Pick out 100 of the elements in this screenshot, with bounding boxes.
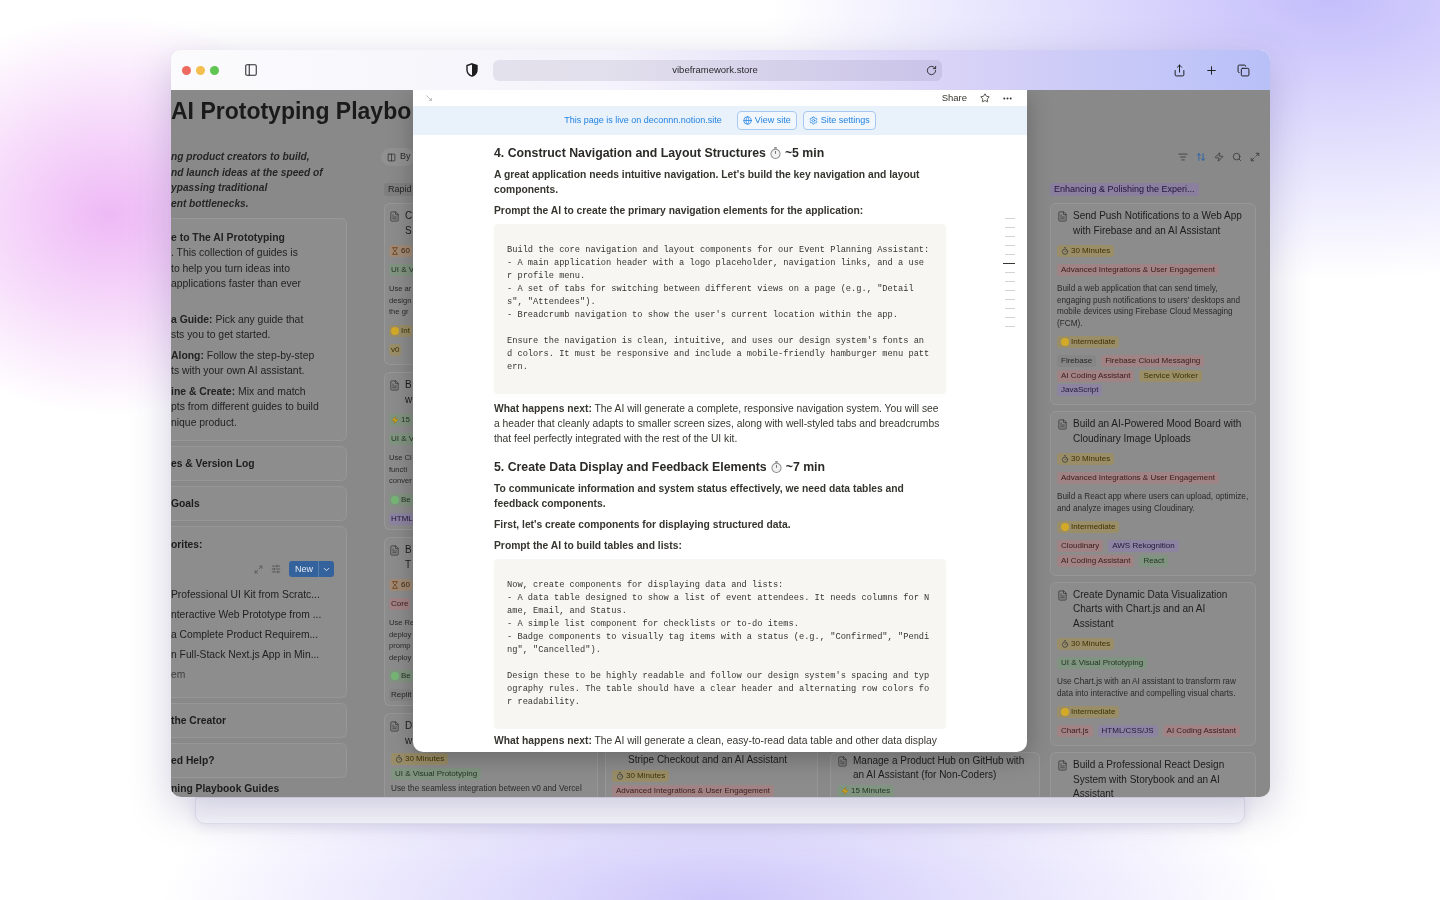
lightning-icon[interactable] (1214, 152, 1224, 162)
toggle-block[interactable]: the Creator (171, 703, 347, 739)
close-button[interactable] (182, 65, 191, 75)
tag-label: 15 (401, 414, 410, 426)
board-card[interactable] (1050, 411, 1256, 576)
page-icon (389, 380, 400, 391)
list-item[interactable]: n Full-Stack Next.js App in Min... (171, 645, 320, 666)
board-card[interactable]: Manage a Product Hub on GitHub with an AI Assistant (for Non-Coders) 15 Minutes (830, 752, 1040, 797)
share-icon[interactable] (1173, 63, 1186, 77)
tag: JavaScript (1057, 384, 1103, 396)
circle-icon (391, 326, 399, 335)
card-title: Build a Professional React Design System with Storybook and an AI Assistant (1073, 758, 1226, 797)
group-by-button[interactable]: By (381, 148, 415, 166)
page-icon (389, 545, 400, 556)
toggle-block[interactable]: Goals (171, 486, 347, 522)
code-block: Now, create components for displaying data and lists: - A data table designed to show a list of event attendees. It needs columns for N ame, Email, and Status. - A simple list component for checklists or to-do items. - Badge components to visually tag items with a status (e.g., "Confirmed", "Pendi ng", "Cancelled"). Design these to be highly readable and follow our design system's spacing and typ ography rules. The table should have a clear header and alternating row colors fo r readability. (494, 559, 946, 729)
columns-icon (387, 152, 396, 162)
board-card[interactable]: 30 Minutes UI & Visual Prototyping Use the seamless integration between v0 and Vercel (384, 752, 598, 797)
filter-icon[interactable] (1178, 152, 1188, 162)
tag: Firebase (1057, 355, 1097, 367)
tag: Advanced Integrations & User Engagement (1057, 264, 1219, 276)
reload-icon[interactable] (926, 64, 937, 76)
board-card[interactable]: Stripe Checkout and an AI Assistant 30 Minutes Advanced Integrations & User Engagement (605, 752, 818, 797)
circle-icon (391, 495, 399, 504)
board-card[interactable]: Build a Professional React Design System with Storybook and an AI Assistant (1050, 752, 1256, 797)
tag: AI Coding Assistant (1057, 554, 1135, 567)
tabs-icon[interactable] (1237, 63, 1250, 77)
tag: Replit (389, 689, 414, 701)
hourglass-icon (391, 247, 399, 255)
stopwatch-icon (1061, 640, 1069, 648)
group-tag: Rapid (384, 183, 416, 196)
sidebar-icon[interactable] (244, 63, 258, 77)
card-description: Use Chart.js with an AI assistant to transform raw data into interactive and compelling visual charts. (1057, 676, 1237, 699)
page-icon (1057, 589, 1068, 601)
tag: Advanced Integrations & User Engagement (1057, 472, 1219, 484)
tag-label: 30 Minutes (405, 753, 445, 765)
new-button[interactable]: New (289, 561, 334, 578)
tag-label: 30 Minutes (626, 770, 666, 782)
tag: AI Coding Assistant (1057, 369, 1135, 382)
list-item[interactable]: a Complete Product Requirem... (171, 625, 319, 646)
page-icon (837, 756, 848, 767)
paragraph: What happens next: The AI will generate a complete, responsive navigation system. You will see a header that cleanly adapts to smaller screen sizes, along with well-styled tabs and breadcrumbs that feel perfectly integrated with the rest of the UI kit. (494, 402, 941, 446)
gear-icon (808, 116, 818, 125)
circle-icon (1061, 523, 1069, 531)
stopwatch-icon (770, 461, 782, 473)
address-bar[interactable]: vibeframework.store (493, 59, 942, 81)
page-icon (1057, 211, 1068, 222)
page-icon (1057, 419, 1068, 430)
section-heading: 5. Create Data Display and Feedback Elements (494, 458, 767, 476)
toggle-block[interactable]: es & Version Log (171, 446, 347, 482)
sort-icon[interactable] (1196, 152, 1206, 162)
new-item-button[interactable]: em (171, 665, 186, 686)
maximize-button[interactable] (210, 65, 219, 75)
tag-label: Intermediate (1071, 521, 1116, 533)
search-icon[interactable] (1232, 152, 1242, 162)
banner-button[interactable]: Site settings (802, 111, 876, 130)
callout-paragraph: e to The AI Prototyping . This collection of guides is to help you turn ideas into applications faster than ever (171, 230, 302, 292)
page-icon (1057, 760, 1068, 771)
sliders-icon[interactable] (271, 564, 281, 575)
minimize-button[interactable] (196, 65, 205, 75)
board-card[interactable] (1050, 581, 1256, 746)
banner-button[interactable]: View site (736, 111, 797, 130)
tag-label: Intermediate (1071, 706, 1116, 718)
tag: Advanced Integrations & User Engagement (612, 785, 774, 797)
card-title: B T (405, 543, 412, 572)
tag: v0 (389, 343, 402, 356)
toggle-label: ed Help? (171, 754, 215, 769)
plus-icon[interactable] (1205, 63, 1218, 77)
tag-label: 30 Minutes (1071, 638, 1111, 650)
duration-text: ~5 min (784, 144, 825, 162)
board-card[interactable]: D w (384, 713, 413, 752)
expand-icon[interactable] (254, 564, 263, 574)
expand-icon[interactable] (1250, 152, 1260, 162)
board-card[interactable] (1050, 203, 1256, 405)
callout-paragraph: ine & Create: Mix and match pts from different guides to build nique product. (171, 384, 320, 430)
lightning-icon (391, 416, 399, 424)
card-title: C S (405, 209, 413, 238)
paragraph: Prompt the AI to create the primary navigation elements for the application: (494, 204, 865, 218)
share-button[interactable]: Share (941, 92, 967, 104)
list-item[interactable]: Professional UI Kit from Scratc... (171, 585, 320, 606)
globe-icon (742, 116, 752, 125)
diagonal-arrow-icon[interactable] (425, 94, 433, 102)
paragraph: First, let's create components for displaying structured data. (494, 518, 792, 532)
stopwatch-icon (1061, 247, 1069, 255)
shield-icon[interactable] (466, 63, 478, 77)
toggle-block[interactable]: ed Help? (171, 743, 347, 779)
lightning-icon (841, 787, 849, 795)
page-icon (389, 721, 400, 732)
tag: Firebase Cloud Messaging (1101, 355, 1205, 367)
callout-paragraph: Along: Follow the step-by-step ts with your own AI assistant. (171, 348, 316, 379)
page-tagline: ng product creators to build, nd launch ideas at the speed of ypassing traditional ent bottlenecks. (171, 150, 323, 212)
tag-label: 60 (401, 245, 410, 257)
tag: Service Worker (1139, 369, 1202, 382)
tag-label: 15 Minutes (851, 785, 891, 797)
tag: Chart.js (1057, 725, 1093, 737)
card-title: D w (405, 719, 413, 748)
tag: React (1139, 554, 1169, 567)
star-icon[interactable] (980, 93, 990, 103)
list-item[interactable]: nteractive Web Prototype from ... (171, 605, 322, 626)
paragraph: Prompt the AI to build tables and lists: (494, 539, 683, 553)
